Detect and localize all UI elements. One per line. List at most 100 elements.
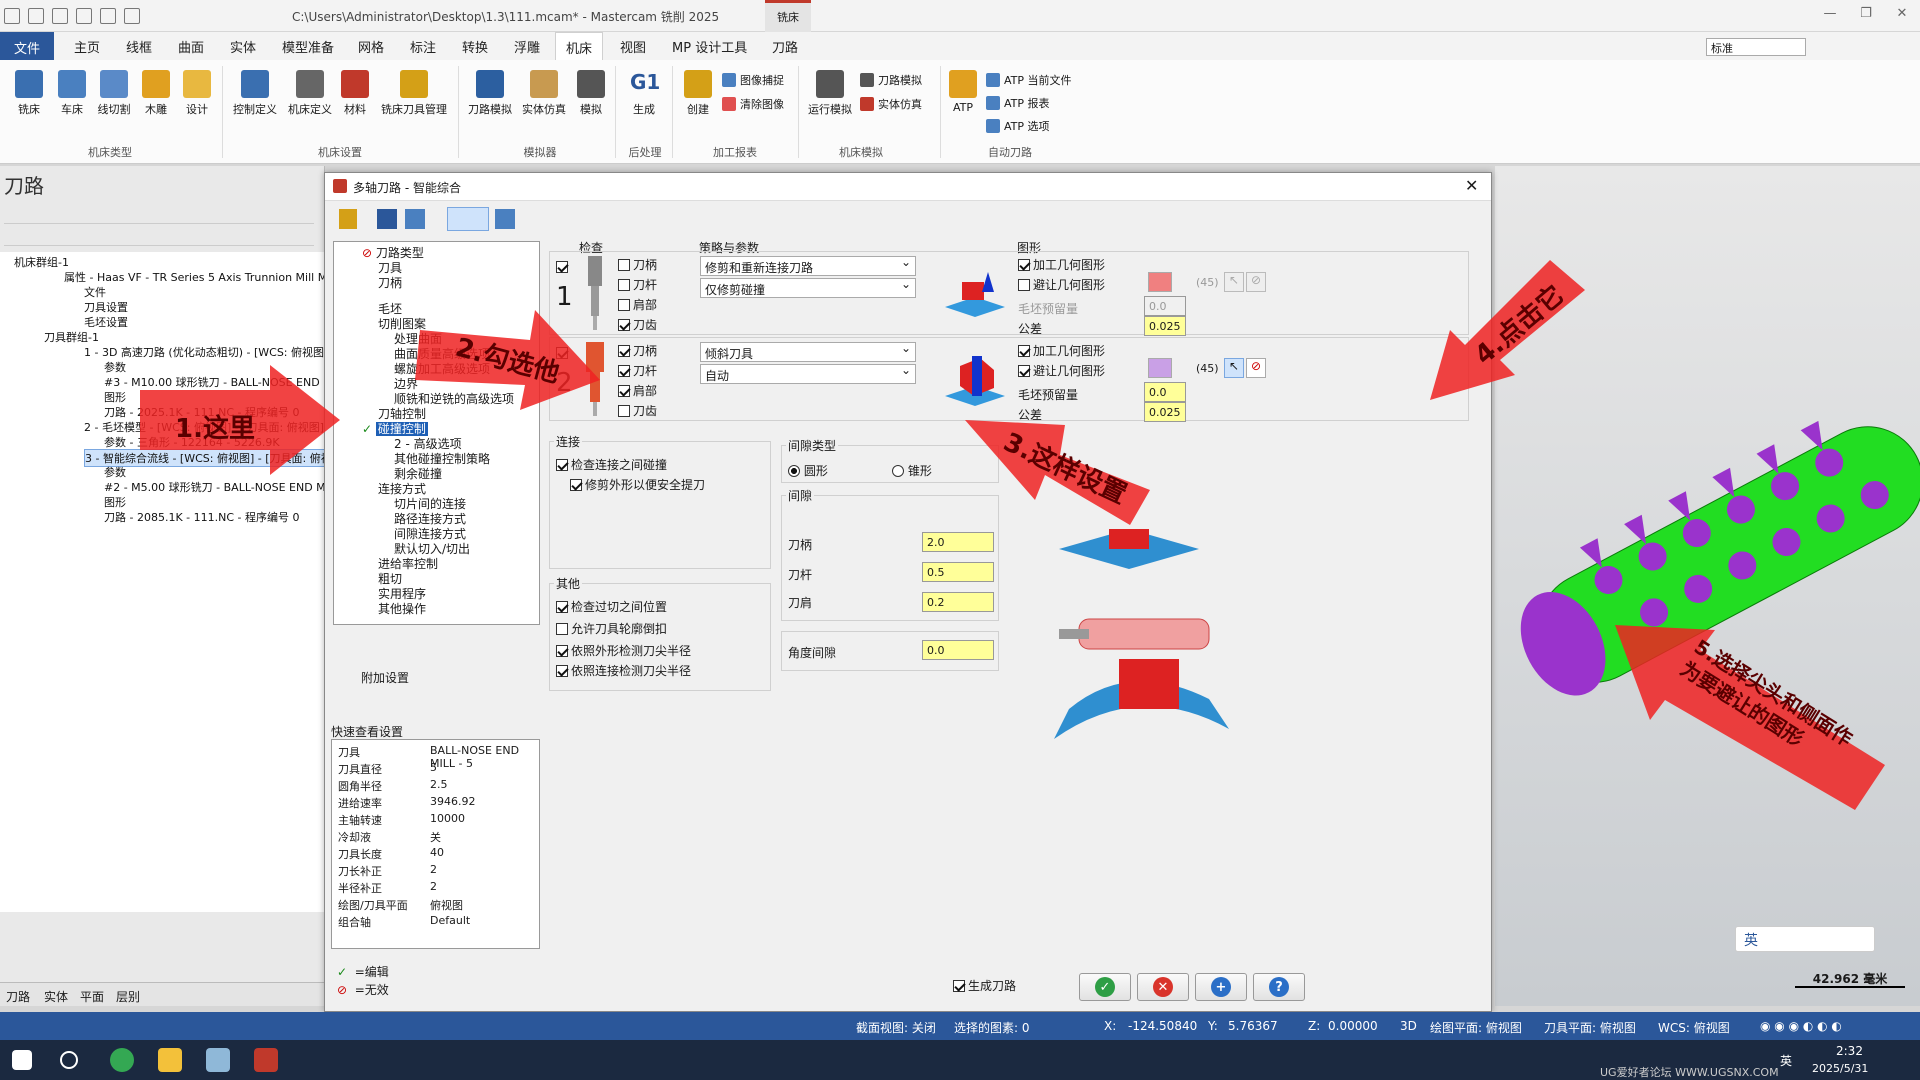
machine-def-button[interactable]: 机床定义 <box>283 70 337 117</box>
gap-shoulder-input[interactable]: 0.2 <box>922 592 994 612</box>
undo-icon[interactable] <box>100 8 116 24</box>
menu-wireframe[interactable]: 线框 <box>126 37 152 56</box>
close-window-icon[interactable]: ✕ <box>1892 6 1912 24</box>
machsim-backplot-button[interactable]: 刀路模拟 <box>860 72 922 88</box>
atp-options-button[interactable]: ATP 选项 <box>986 118 1050 134</box>
tool-plane-status[interactable]: 刀具平面: 俯视图 <box>1544 1019 1636 1036</box>
tab-levels[interactable]: 层别 <box>116 988 140 1005</box>
tree-item[interactable]: 毛坯设置 <box>84 314 128 330</box>
style-combo[interactable]: 标准 <box>1706 38 1806 56</box>
wcs-status[interactable]: WCS: 俯视图 <box>1658 1019 1730 1036</box>
row2-shoulder-check[interactable]: 肩部 <box>618 382 657 399</box>
row2-color-swatch[interactable] <box>1148 358 1172 378</box>
search-icon[interactable] <box>60 1051 78 1069</box>
nav-item[interactable]: 附加设置 <box>361 669 409 686</box>
control-def-button[interactable]: 控制定义 <box>228 70 282 117</box>
app-icon[interactable] <box>206 1048 230 1072</box>
tree-item[interactable]: 刀路 - 2085.1K - 111.NC - 程序编号 0 <box>104 509 300 525</box>
view-options-icon[interactable] <box>447 207 489 231</box>
atp-current-file-button[interactable]: ATP 当前文件 <box>986 72 1072 88</box>
post-button[interactable]: G1 生成 <box>622 70 666 117</box>
backplot-button[interactable]: 刀路模拟 <box>462 70 518 117</box>
save-icon[interactable] <box>28 8 44 24</box>
menu-toolpath[interactable]: 刀路 <box>772 37 798 56</box>
menu-mp-design[interactable]: MP 设计工具 <box>672 37 747 56</box>
generate-toolpath-check[interactable]: 生成刀路 <box>953 977 1016 994</box>
menu-surface[interactable]: 曲面 <box>178 37 204 56</box>
tree-item[interactable]: 参数 <box>104 359 126 375</box>
row1-clear-icon[interactable]: ⊘ <box>1246 272 1266 292</box>
tree-item[interactable]: 刀具群组-1 <box>44 329 99 345</box>
start-icon[interactable] <box>12 1050 32 1070</box>
router-button[interactable]: 木雕 <box>139 70 173 117</box>
row2-machine-geo-check[interactable]: 加工几何图形 <box>1018 342 1105 359</box>
tab-planes[interactable]: 平面 <box>80 988 104 1005</box>
menu-solid[interactable]: 实体 <box>230 37 256 56</box>
row1-flute-check[interactable]: 刀齿 <box>618 316 657 333</box>
tab-solids[interactable]: 实体 <box>44 988 68 1005</box>
menu-relief[interactable]: 浮雕 <box>514 37 540 56</box>
wire-button[interactable]: 线切割 <box>94 70 134 117</box>
tree-item[interactable]: 图形 <box>104 389 126 405</box>
design-button[interactable]: 设计 <box>180 70 214 117</box>
browser-icon[interactable] <box>110 1048 134 1072</box>
row2-clear-icon[interactable]: ⊘ <box>1246 358 1266 378</box>
row1-tol-input[interactable]: 0.025 <box>1144 316 1186 336</box>
lathe-button[interactable]: 车床 <box>55 70 89 117</box>
dialog-close-icon[interactable]: ✕ <box>1465 176 1478 195</box>
expand-icon[interactable] <box>495 209 515 229</box>
ime-toolbar[interactable]: 英 <box>1735 926 1875 952</box>
redo-icon[interactable] <box>124 8 140 24</box>
row2-tol-input[interactable]: 0.025 <box>1144 402 1186 422</box>
run-sim-button[interactable]: 运行模拟 <box>804 70 856 117</box>
draw-plane-status[interactable]: 绘图平面: 俯视图 <box>1430 1019 1522 1036</box>
tool-manager-button[interactable]: 铣床刀具管理 <box>375 70 453 117</box>
menu-home[interactable]: 主页 <box>74 37 100 56</box>
check-tip-radius-contour[interactable]: 依照外形检测刀尖半径 <box>556 642 691 659</box>
capture-image-button[interactable]: 图像捕捉 <box>722 72 784 88</box>
row1-shank-check[interactable]: 刀杆 <box>618 276 657 293</box>
menu-machine[interactable]: 机床 <box>555 32 604 60</box>
row2-holder-check[interactable]: 刀柄 <box>618 342 657 359</box>
tree-item[interactable]: 参数 <box>104 464 126 480</box>
gap-type-cone-radio[interactable]: 锥形 <box>892 462 932 479</box>
create-report-button[interactable]: 创建 <box>678 70 718 117</box>
tool-icon[interactable] <box>339 209 357 229</box>
row1-stock-input[interactable]: 0.0 <box>1144 296 1186 316</box>
material-button[interactable]: 材料 <box>337 70 373 117</box>
row1-param-select[interactable]: 仅修剪碰撞 <box>700 277 916 298</box>
row1-enable-checkbox[interactable] <box>556 261 568 273</box>
row1-machine-geo-check[interactable]: 加工几何图形 <box>1018 256 1105 273</box>
gap-shank-input[interactable]: 0.5 <box>922 562 994 582</box>
apply-button[interactable]: + <box>1195 973 1247 1001</box>
row2-flute-check[interactable]: 刀齿 <box>618 402 657 419</box>
ok-button[interactable]: ✓ <box>1079 973 1131 1001</box>
check-link-collision[interactable]: 检查连接之间碰撞 <box>556 456 667 473</box>
trim-safe-retract[interactable]: 修剪外形以便安全提刀 <box>570 476 705 493</box>
row1-holder-check[interactable]: 刀柄 <box>618 256 657 273</box>
row2-strategy-select[interactable]: 倾斜刀具 <box>700 341 916 362</box>
atp-report-button[interactable]: ATP 报表 <box>986 95 1050 111</box>
explorer-icon[interactable] <box>158 1048 182 1072</box>
row2-shank-check[interactable]: 刀杆 <box>618 362 657 379</box>
restore-icon[interactable]: ❐ <box>1856 6 1876 24</box>
section-view-status[interactable]: 截面视图: 关闭 <box>856 1019 936 1036</box>
nav-item[interactable]: 其他操作 <box>378 600 426 617</box>
cancel-button[interactable]: ✕ <box>1137 973 1189 1001</box>
gap-type-circle-radio[interactable]: 圆形 <box>788 462 828 479</box>
row2-param-select[interactable]: 自动 <box>700 363 916 384</box>
tree-item[interactable]: 文件 <box>84 284 106 300</box>
menu-file[interactable]: 文件 <box>0 32 55 60</box>
print-icon[interactable] <box>76 8 92 24</box>
help-button[interactable]: ? <box>1253 973 1305 1001</box>
export-icon[interactable] <box>405 209 425 229</box>
row1-avoid-geo-check[interactable]: 避让几何图形 <box>1018 276 1105 293</box>
globe-icon[interactable]: ◉ ◉ ◉ ◐ ◐ ◐ <box>1760 1019 1842 1033</box>
mill-button[interactable]: 铣床 <box>12 70 46 117</box>
row1-shoulder-check[interactable]: 肩部 <box>618 296 657 313</box>
save-icon[interactable] <box>377 209 397 229</box>
tree-item[interactable]: 图形 <box>104 494 126 510</box>
tree-item[interactable]: 属性 - Haas VF - TR Series 5 Axis Trunnion… <box>64 269 337 285</box>
nav-item[interactable]: 刀柄 <box>378 274 402 291</box>
atp-button[interactable]: ATP <box>946 70 980 114</box>
